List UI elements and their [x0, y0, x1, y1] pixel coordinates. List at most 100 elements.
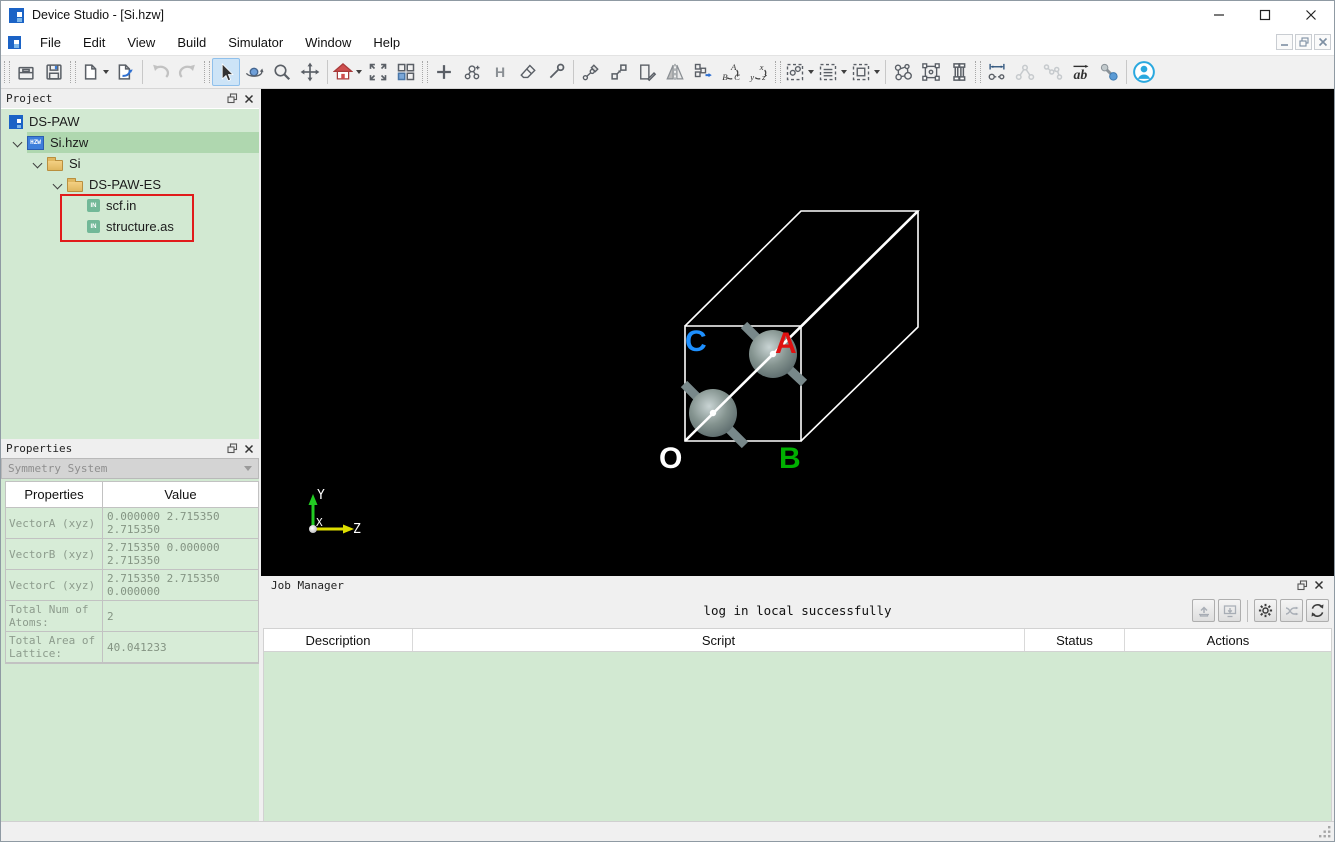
fit-view-button[interactable]: [364, 58, 392, 86]
tree-item-ds-paw-es[interactable]: DS-PAW-ES: [1, 174, 259, 195]
select-atoms-dropdown-caret[interactable]: [808, 70, 814, 74]
tree-item-ds-paw[interactable]: DS-PAW: [1, 111, 259, 132]
window-close-button[interactable]: [1288, 1, 1334, 29]
mdi-minimize-icon: [1280, 44, 1288, 46]
menu-edit[interactable]: Edit: [72, 31, 116, 54]
select-cell-button[interactable]: [849, 58, 882, 86]
home-view-dropdown-caret[interactable]: [356, 70, 362, 74]
resize-cell-button[interactable]: [605, 58, 633, 86]
select-atoms-button[interactable]: [783, 58, 816, 86]
tree-item-si-hzw[interactable]: HZW Si.hzw: [1, 132, 259, 153]
toolbar-grip[interactable]: [775, 61, 781, 83]
measure-angle-button[interactable]: [1011, 58, 1039, 86]
property-row[interactable]: VectorA (xyz) 0.000000 2.715350 2.715350: [6, 508, 258, 539]
toolbar-grip[interactable]: [204, 61, 210, 83]
pan-tool-button[interactable]: [296, 58, 324, 86]
job-settings-button[interactable]: [1254, 599, 1277, 622]
close-panel-icon[interactable]: [1314, 580, 1324, 590]
new-file-button[interactable]: [78, 58, 111, 86]
resize-grip-icon[interactable]: [1319, 826, 1332, 839]
select-tool-button[interactable]: [212, 58, 240, 86]
tree-item-structure-as[interactable]: IN structure.as: [1, 216, 259, 237]
build-cluster-button[interactable]: [889, 58, 917, 86]
export-button[interactable]: [111, 58, 139, 86]
menu-view[interactable]: View: [116, 31, 166, 54]
toolbar: H A B C x y z ab: [1, 56, 1334, 89]
add-fragment-icon: [464, 65, 480, 80]
tree-item-label: Si: [69, 156, 81, 171]
probe-button[interactable]: [542, 58, 570, 86]
tree-item-si[interactable]: Si: [1, 153, 259, 174]
float-panel-icon[interactable]: [227, 443, 238, 454]
convert-lattice-xyz-button[interactable]: x y z: [745, 58, 773, 86]
mdi-close-button[interactable]: [1314, 34, 1331, 50]
job-transfer-button[interactable]: [1280, 599, 1303, 622]
undo-button[interactable]: [146, 58, 174, 86]
menu-simulator[interactable]: Simulator: [217, 31, 294, 54]
job-col-description[interactable]: Description: [264, 629, 413, 651]
modify-structure-button[interactable]: [633, 58, 661, 86]
convert-lattice-abc-button[interactable]: A B C: [717, 58, 745, 86]
window-minimize-button[interactable]: [1196, 1, 1242, 29]
redo-button[interactable]: [174, 58, 202, 86]
expander-chevron-icon[interactable]: [49, 175, 67, 195]
menu-window[interactable]: Window: [294, 31, 362, 54]
bond-style-button[interactable]: [1095, 58, 1123, 86]
save-button[interactable]: [40, 58, 68, 86]
label-vectors-button[interactable]: ab: [1067, 58, 1095, 86]
mdi-restore-button[interactable]: [1295, 34, 1312, 50]
home-view-button[interactable]: [331, 58, 364, 86]
build-supercell-button[interactable]: [917, 58, 945, 86]
property-row[interactable]: Total Num of Atoms: 2: [6, 601, 258, 632]
close-panel-icon[interactable]: [244, 444, 254, 454]
toolbar-grip[interactable]: [422, 61, 428, 83]
job-col-script[interactable]: Script: [413, 629, 1025, 651]
symmetry-system-select[interactable]: Symmetry System: [1, 458, 259, 479]
menu-build[interactable]: Build: [166, 31, 217, 54]
job-col-actions[interactable]: Actions: [1125, 629, 1331, 651]
tree-item-scf-in[interactable]: IN scf.in: [1, 195, 259, 216]
build-nanotube-button[interactable]: [945, 58, 973, 86]
new-file-dropdown-caret[interactable]: [103, 70, 109, 74]
open-button[interactable]: [12, 58, 40, 86]
user-account-button[interactable]: [1130, 58, 1158, 86]
job-download-button[interactable]: [1218, 599, 1241, 622]
convert-xyz-icon: x y z: [749, 62, 767, 82]
job-submit-button[interactable]: [1192, 599, 1215, 622]
mdi-minimize-button[interactable]: [1276, 34, 1293, 50]
menu-file[interactable]: File: [29, 31, 72, 54]
window-maximize-button[interactable]: [1242, 1, 1288, 29]
add-atom-button[interactable]: [430, 58, 458, 86]
toolbar-grip[interactable]: [975, 61, 981, 83]
mirror-button[interactable]: [661, 58, 689, 86]
axis-x-label: X: [316, 516, 323, 529]
expander-chevron-icon[interactable]: [9, 133, 27, 153]
close-panel-icon[interactable]: [244, 94, 254, 104]
job-table-body[interactable]: [263, 652, 1332, 821]
measure-distance-button[interactable]: [983, 58, 1011, 86]
job-refresh-button[interactable]: [1306, 599, 1329, 622]
property-row[interactable]: VectorC (xyz) 2.715350 2.715350 0.000000: [6, 570, 258, 601]
measure-dihedral-button[interactable]: [1039, 58, 1067, 86]
rotate-tool-button[interactable]: [240, 58, 268, 86]
select-layer-dropdown-caret[interactable]: [841, 70, 847, 74]
eraser-button[interactable]: [514, 58, 542, 86]
select-layer-button[interactable]: [816, 58, 849, 86]
draw-bond-button[interactable]: [577, 58, 605, 86]
zoom-tool-button[interactable]: [268, 58, 296, 86]
select-cell-dropdown-caret[interactable]: [874, 70, 880, 74]
property-row[interactable]: VectorB (xyz) 2.715350 0.000000 2.715350: [6, 539, 258, 570]
add-fragment-button[interactable]: [458, 58, 486, 86]
toolbar-grip[interactable]: [4, 61, 10, 83]
float-panel-icon[interactable]: [227, 93, 238, 104]
transform-group-button[interactable]: [689, 58, 717, 86]
tile-windows-button[interactable]: [392, 58, 420, 86]
float-panel-icon[interactable]: [1297, 579, 1308, 591]
structure-viewport[interactable]: O C A B Y Z X: [261, 89, 1334, 576]
menu-help[interactable]: Help: [362, 31, 411, 54]
expander-chevron-icon[interactable]: [29, 154, 47, 174]
property-row[interactable]: Total Area of Lattice: 40.041233: [6, 632, 258, 663]
toolbar-grip[interactable]: [70, 61, 76, 83]
add-hydrogen-button[interactable]: H: [486, 58, 514, 86]
job-col-status[interactable]: Status: [1025, 629, 1125, 651]
